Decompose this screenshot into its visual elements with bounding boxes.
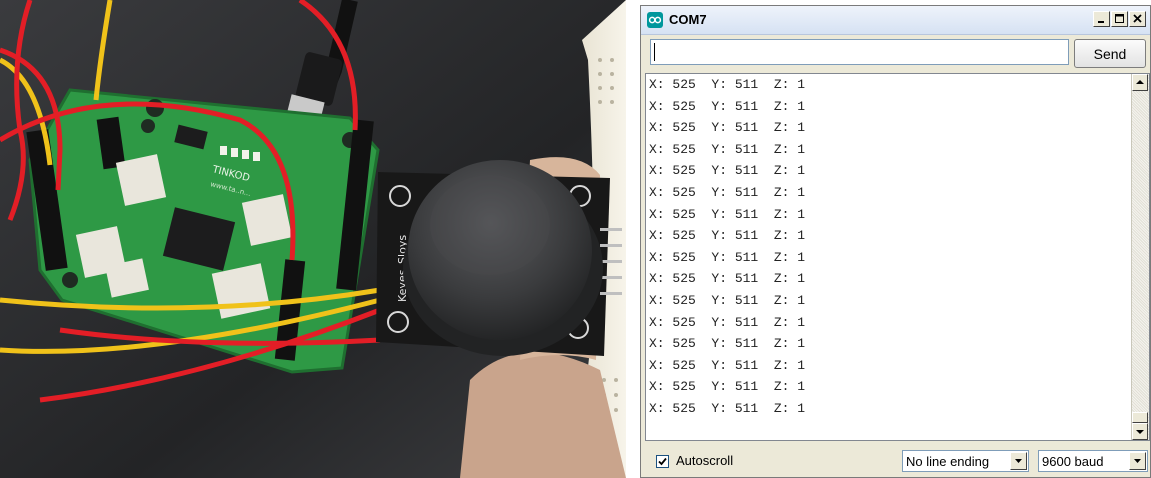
scroll-up-button[interactable] — [1132, 74, 1148, 91]
serial-monitor-window: COM7 Send X: 525 Y: 511 Z: 1 X: 525 Y: 51… — [640, 5, 1151, 478]
chevron-down-icon — [1134, 459, 1141, 463]
hardware-photo: TINKOD www.ta..n... Keyes_SJoys — [0, 0, 626, 478]
checkmark-icon — [658, 457, 667, 466]
serial-input[interactable] — [650, 39, 1069, 65]
close-icon — [1133, 14, 1142, 23]
arrow-down-icon — [1136, 430, 1144, 434]
window-title: COM7 — [669, 12, 707, 27]
line-ending-dropdown-button[interactable] — [1010, 452, 1027, 470]
maximize-icon — [1115, 14, 1124, 23]
scroll-down-button[interactable] — [1132, 423, 1148, 440]
output-line: X: 525 Y: 511 Z: 1 — [649, 184, 806, 200]
arduino-infinity-icon — [647, 12, 663, 28]
output-line: X: 525 Y: 511 Z: 1 — [649, 249, 806, 265]
minimize-button[interactable] — [1093, 11, 1110, 27]
scroll-thumb[interactable] — [1132, 412, 1148, 423]
arrow-up-icon — [1136, 80, 1144, 84]
send-button[interactable]: Send — [1074, 39, 1146, 68]
baud-rate-value: 9600 baud — [1042, 454, 1104, 469]
chevron-down-icon — [1015, 459, 1022, 463]
baud-rate-select[interactable]: 9600 baud — [1038, 450, 1148, 472]
baud-rate-dropdown-button[interactable] — [1129, 452, 1146, 470]
text-caret — [654, 43, 655, 61]
output-lines: X: 525 Y: 511 Z: 1 X: 525 Y: 511 Z: 1 X: 5… — [649, 74, 805, 420]
autoscroll-checkbox[interactable] — [656, 455, 669, 468]
autoscroll-label: Autoscroll — [676, 453, 734, 468]
output-line: X: 525 Y: 511 Z: 1 — [649, 228, 806, 244]
line-ending-select[interactable]: No line ending — [902, 450, 1029, 472]
close-button[interactable] — [1129, 11, 1146, 27]
vertical-scrollbar[interactable] — [1131, 74, 1149, 440]
output-line: X: 525 Y: 511 Z: 1 — [649, 314, 806, 330]
output-line: X: 525 Y: 511 Z: 1 — [649, 120, 806, 136]
line-ending-value: No line ending — [906, 454, 990, 469]
output-line: X: 525 Y: 511 Z: 1 — [649, 271, 806, 287]
title-bar[interactable]: COM7 — [641, 6, 1150, 35]
output-line: X: 525 Y: 511 Z: 1 — [649, 163, 806, 179]
output-line: X: 525 Y: 511 Z: 1 — [649, 292, 806, 308]
minimize-icon — [1098, 21, 1104, 23]
output-line: X: 525 Y: 511 Z: 1 — [649, 98, 806, 114]
output-line: X: 525 Y: 511 Z: 1 — [649, 379, 806, 395]
maximize-button[interactable] — [1111, 11, 1128, 27]
output-line: X: 525 Y: 511 Z: 1 — [649, 336, 806, 352]
bottom-bar: Autoscroll No line ending 9600 baud — [641, 444, 1150, 477]
output-line: X: 525 Y: 511 Z: 1 — [649, 357, 806, 373]
serial-output[interactable]: X: 525 Y: 511 Z: 1 X: 525 Y: 511 Z: 1 X: 5… — [645, 73, 1150, 441]
output-line: X: 525 Y: 511 Z: 1 — [649, 141, 806, 157]
output-line: X: 525 Y: 511 Z: 1 — [649, 400, 806, 416]
output-line: X: 525 Y: 511 Z: 1 — [649, 206, 806, 222]
output-line: X: 525 Y: 511 Z: 1 — [649, 77, 806, 92]
